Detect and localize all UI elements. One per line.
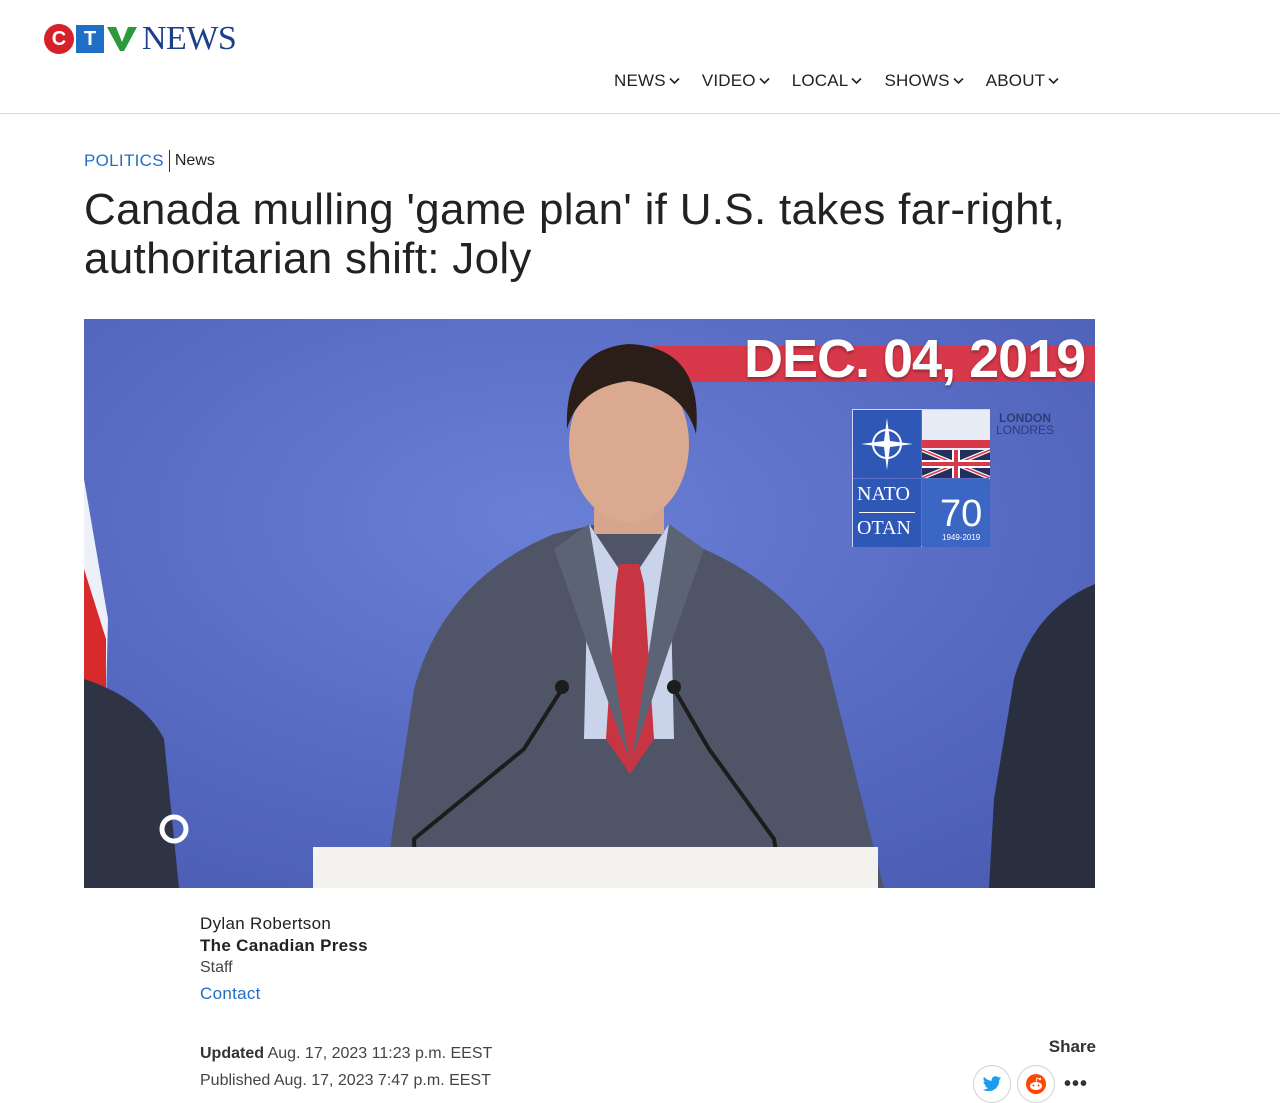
nav-label: SHOWS: [884, 71, 950, 90]
badge-nato-label: NATO: [857, 483, 910, 505]
updated-label: Updated: [200, 1045, 264, 1062]
author-name[interactable]: Dylan Robertson: [200, 913, 368, 934]
updated-value: Aug. 17, 2023 11:23 p.m. EEST: [267, 1045, 493, 1062]
badge-years-label: 1949-2019: [942, 533, 981, 542]
nav-item-shows[interactable]: SHOWS: [884, 71, 964, 91]
share-twitter-button[interactable]: [973, 1065, 1011, 1103]
logo-letter-t: T: [76, 25, 104, 53]
article-type-label: News: [174, 152, 215, 169]
published-value: Aug. 17, 2023 7:47 p.m. EEST: [273, 1072, 491, 1089]
nav-label: LOCAL: [791, 71, 849, 90]
chevron-down-icon: [1048, 77, 1059, 85]
author-organization: The Canadian Press: [200, 936, 368, 955]
chevron-down-icon: [759, 77, 770, 85]
logo-letter-v: [106, 25, 138, 53]
share-more-button[interactable]: •••: [1064, 1073, 1088, 1096]
nav-label: VIDEO: [701, 71, 756, 90]
contact-link[interactable]: Contact: [200, 984, 261, 1004]
nav-label: NEWS: [614, 71, 666, 90]
author-role: Staff: [200, 959, 233, 976]
site-header: C T NEWS NEWS VIDEO LOCAL SHOWS ABOUT: [0, 0, 1280, 114]
chevron-down-icon: [953, 77, 964, 85]
share-reddit-button[interactable]: [1017, 1065, 1055, 1103]
badge-londres-label: LONDRES: [995, 423, 1054, 437]
badge-70-label: 70: [940, 493, 983, 535]
updated-timestamp: Updated Aug. 17, 2023 11:23 p.m. EEST: [200, 1040, 492, 1067]
share-label: Share: [1048, 1037, 1096, 1056]
article-kicker: POLITICS News: [84, 150, 1095, 172]
nav-label: ABOUT: [985, 71, 1046, 90]
nato-star-icon: [853, 410, 921, 478]
twitter-icon: [982, 1075, 1002, 1091]
logo-letter-c: C: [44, 24, 74, 54]
article-header: POLITICS News Canada mulling 'game plan'…: [84, 150, 1095, 283]
article-byline: Dylan Robertson The Canadian Press Staff…: [200, 913, 368, 1004]
nav-item-local[interactable]: LOCAL: [792, 71, 863, 91]
nato-summit-badge: LONDON LONDRES NATO OTAN 70 1949-2019: [852, 409, 1054, 547]
published-timestamp: Published Aug. 17, 2023 7:47 p.m. EEST: [200, 1067, 492, 1094]
hero-date-banner: DEC. 04, 2019: [744, 329, 1086, 389]
badge-otan-label: OTAN: [857, 517, 911, 539]
section-link-politics[interactable]: POLITICS: [84, 151, 164, 171]
main-nav: NEWS VIDEO LOCAL SHOWS ABOUT: [614, 71, 1081, 91]
kicker-divider: [168, 150, 170, 172]
ctv-news-logo[interactable]: C T NEWS: [44, 20, 237, 57]
logo-wordmark: NEWS: [142, 20, 237, 57]
nav-item-video[interactable]: VIDEO: [702, 71, 770, 91]
article-timestamps: Updated Aug. 17, 2023 11:23 p.m. EEST Pu…: [200, 1040, 492, 1094]
chevron-down-icon: [669, 77, 680, 85]
published-label: Published: [200, 1072, 271, 1089]
nav-item-about[interactable]: ABOUT: [986, 71, 1060, 91]
hero-image: [84, 319, 1095, 888]
ctv-logo-mark: C T: [44, 24, 138, 54]
hero-video-still[interactable]: DEC. 04, 2019 LONDON LONDRES NATO OTAN 7…: [84, 319, 1095, 888]
union-jack-icon: [922, 440, 990, 478]
chevron-down-icon: [851, 77, 863, 85]
reddit-icon: [1026, 1074, 1046, 1094]
nav-item-news[interactable]: NEWS: [614, 71, 680, 91]
article-headline: Canada mulling 'game plan' if U.S. takes…: [84, 185, 1066, 283]
